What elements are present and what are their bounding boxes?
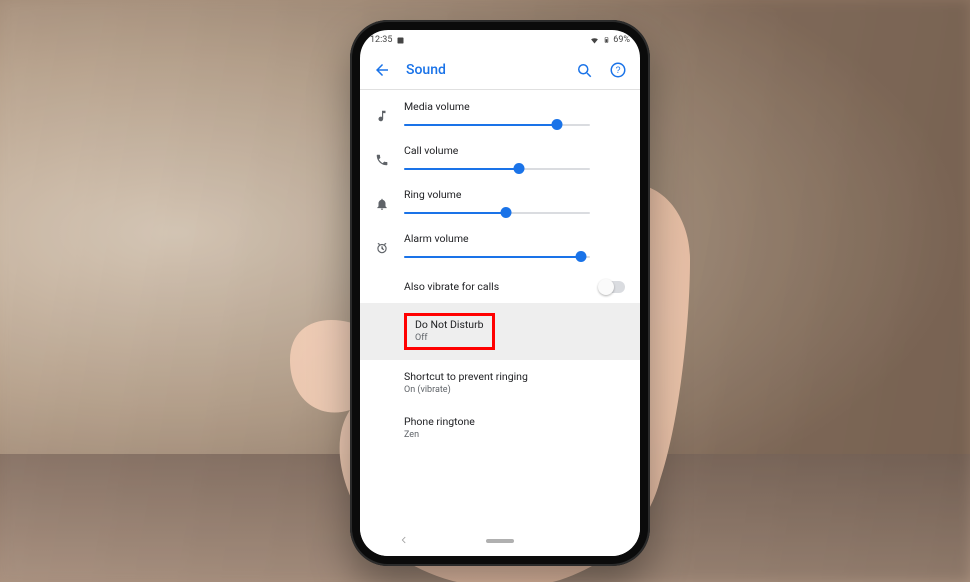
svg-text:?: ? [615,65,620,75]
search-button[interactable] [574,60,594,80]
media-volume-label: Media volume [404,100,590,113]
call-volume-row: Call volume [360,138,640,182]
help-icon: ? [609,61,627,79]
page-title: Sound [406,62,446,78]
bell-icon [375,197,389,211]
media-volume-slider[interactable] [404,118,590,132]
status-battery-pct: 69% [613,35,630,45]
navigation-bar [360,526,640,556]
do-not-disturb-status: Off [415,333,484,343]
alarm-volume-label: Alarm volume [404,232,590,245]
phone-icon [375,153,389,167]
search-icon [575,61,593,79]
vibrate-for-calls-switch[interactable] [599,281,625,293]
alarm-volume-slider[interactable] [404,250,590,264]
phone-ringtone-value: Zen [404,430,626,440]
vibrate-for-calls-row[interactable]: Also vibrate for calls [360,270,640,303]
music-note-icon [375,109,389,123]
help-button[interactable]: ? [608,60,628,80]
status-time: 12:35 [370,35,392,45]
app-bar: Sound ? [360,50,640,90]
screen: 12:35 69% Sound ? [360,30,640,556]
ring-volume-slider[interactable] [404,206,590,220]
media-volume-row: Media volume [360,94,640,138]
shortcut-prevent-ringing-status: On (vibrate) [404,385,626,395]
do-not-disturb-row[interactable]: Do Not Disturb Off [360,303,640,360]
ring-volume-label: Ring volume [404,188,590,201]
vibrate-for-calls-label: Also vibrate for calls [404,280,582,293]
nav-back-button[interactable] [399,535,409,548]
alarm-icon [375,241,389,255]
phone-ringtone-row[interactable]: Phone ringtone Zen [360,405,640,450]
back-button[interactable] [372,60,392,80]
photo-background: 12:35 69% Sound ? [0,0,970,582]
status-bar: 12:35 69% [360,30,640,50]
arrow-left-icon [373,61,391,79]
shortcut-prevent-ringing-row[interactable]: Shortcut to prevent ringing On (vibrate) [360,360,640,405]
alarm-volume-row: Alarm volume [360,226,640,270]
shortcut-prevent-ringing-label: Shortcut to prevent ringing [404,370,626,383]
settings-list: Media volume Call volume [360,90,640,450]
call-volume-slider[interactable] [404,162,590,176]
ring-volume-row: Ring volume [360,182,640,226]
do-not-disturb-label: Do Not Disturb [415,318,484,331]
nav-home-pill[interactable] [486,539,514,543]
app-notification-icon [396,36,405,45]
highlight-callout: Do Not Disturb Off [404,313,495,350]
call-volume-label: Call volume [404,144,590,157]
device-frame: 12:35 69% Sound ? [350,20,650,566]
wifi-icon [589,36,600,45]
phone-ringtone-label: Phone ringtone [404,415,626,428]
battery-icon [603,35,610,45]
chevron-left-icon [399,535,409,545]
